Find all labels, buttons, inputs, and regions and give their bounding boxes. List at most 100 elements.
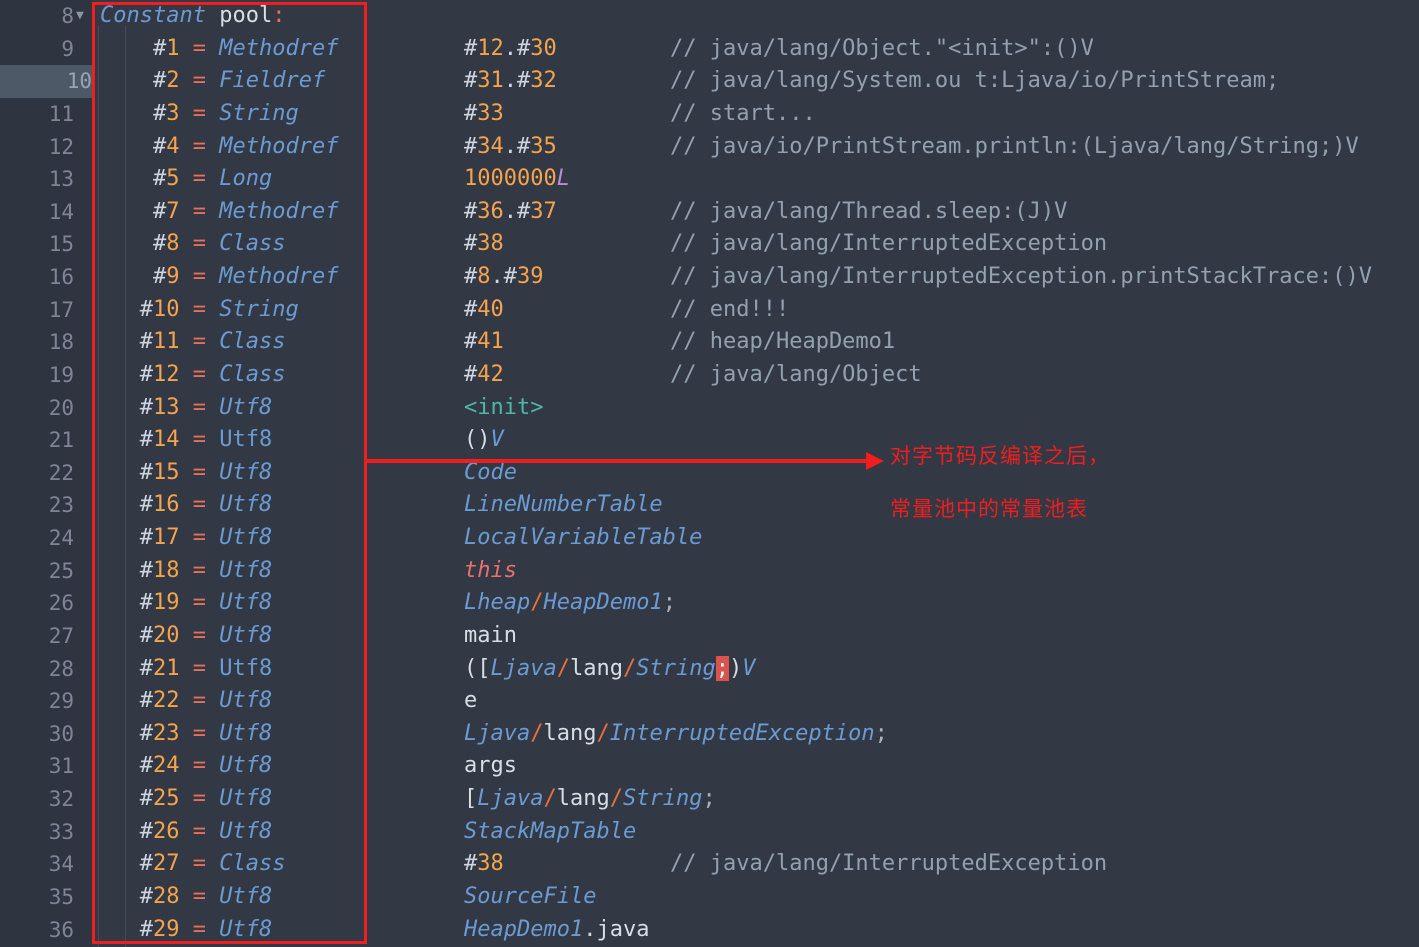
fold-arrow-icon[interactable]: ▼	[76, 0, 92, 33]
constant-value: this	[464, 555, 517, 588]
code-line[interactable]: #2 = Fieldref #31.#32// java/lang/System.…	[92, 65, 1419, 98]
constant-index: 38	[477, 231, 504, 257]
code-line[interactable]: #16 = Utf8 LineNumberTable	[92, 489, 1419, 522]
code-line[interactable]: #24 = Utf8 args	[92, 750, 1419, 783]
hash-symbol: #	[139, 688, 153, 714]
line-number[interactable]: 30	[0, 718, 74, 751]
line-number[interactable]: 11	[0, 98, 74, 131]
code-line[interactable]: #21 = Utf8 ([Ljava/lang/String;)V	[92, 653, 1419, 686]
line-number[interactable]: 35	[0, 881, 74, 914]
line-number[interactable]: 26	[0, 587, 74, 620]
line-number[interactable]: 34	[0, 848, 74, 881]
line-number-label: 17	[48, 297, 74, 322]
line-number[interactable]: 17	[0, 294, 74, 327]
constant-pool-entry: #3 = String	[100, 98, 299, 131]
code-line[interactable]: Constant pool:	[92, 0, 1419, 33]
line-number[interactable]: 25	[0, 555, 74, 588]
line-number[interactable]: 8	[0, 0, 74, 33]
hash-symbol: #	[464, 68, 478, 94]
constant-comment: // heap/HeapDemo1	[670, 329, 896, 355]
code-line[interactable]: #17 = Utf8 LocalVariableTable	[92, 522, 1419, 555]
code-line[interactable]: #4 = Methodref #34.#35// java/io/PrintStr…	[92, 131, 1419, 164]
code-line[interactable]: #19 = Utf8 Lheap/HeapDemo1;	[92, 587, 1419, 620]
line-number[interactable]: 16	[0, 261, 74, 294]
code-line[interactable]: #28 = Utf8 SourceFile	[92, 881, 1419, 914]
equals-symbol: =	[192, 590, 206, 616]
line-number[interactable]: 20	[0, 392, 74, 425]
code-line[interactable]: #18 = Utf8 this	[92, 555, 1419, 588]
constant-pool-entry: #29 = Utf8	[100, 914, 272, 947]
code-content-area[interactable]: Constant pool: #1 = Methodref #12.#30// j…	[92, 0, 1419, 947]
line-number[interactable]: 15	[0, 228, 74, 261]
code-line[interactable]: #20 = Utf8 main	[92, 620, 1419, 653]
code-token: Ljava	[464, 720, 531, 746]
constant-type: Utf8	[219, 394, 273, 420]
code-editor[interactable]: 8 ▼ 9 10 11 12 13 14 15 16 17 18 19 20 21 22 23 24 25 26 27 2…	[0, 0, 1419, 947]
line-number[interactable]: 31	[0, 750, 74, 783]
line-number-gutter[interactable]: 8 ▼ 9 10 11 12 13 14 15 16 17 18 19 20 21 22 23 24 25 26 27 2…	[0, 0, 92, 947]
constant-comment: // java/lang/Object	[670, 361, 922, 387]
code-line[interactable]: #13 = Utf8 <init>	[92, 392, 1419, 425]
code-line[interactable]: #11 = Class #41// heap/HeapDemo1	[92, 326, 1419, 359]
constant-value: #34.#35	[464, 131, 557, 164]
code-line[interactable]: #10 = String #40// end!!!	[92, 294, 1419, 327]
line-number[interactable]: 27	[0, 620, 74, 653]
line-number[interactable]: 29	[0, 685, 74, 718]
line-number[interactable]: 19	[0, 359, 74, 392]
code-line[interactable]: #5 = Long 1000000L	[92, 163, 1419, 196]
code-line[interactable]: #22 = Utf8 e	[92, 685, 1419, 718]
line-number[interactable]: 23	[0, 489, 74, 522]
code-line[interactable]: #9 = Methodref #8.#39// java/lang/Interru…	[92, 261, 1419, 294]
code-line[interactable]: #8 = Class #38// java/lang/InterruptedExc…	[92, 228, 1419, 261]
code-line[interactable]: #23 = Utf8 Ljava/lang/InterruptedExceptio…	[92, 718, 1419, 751]
equals-symbol: =	[192, 720, 206, 746]
line-number[interactable]: 18	[0, 326, 74, 359]
constant-comment: // start...	[670, 100, 816, 126]
code-line[interactable]: #1 = Methodref #12.#30// java/lang/Object…	[92, 33, 1419, 66]
line-number[interactable]: 14	[0, 196, 74, 229]
line-number[interactable]: 36	[0, 914, 74, 947]
code-line[interactable]: #29 = Utf8 HeapDemo1.java	[92, 914, 1419, 947]
line-number-label: 26	[48, 591, 74, 616]
constant-comment: // java/io/PrintStream.println:(Ljava/la…	[670, 133, 1359, 159]
line-number[interactable]: 21	[0, 424, 74, 457]
line-number[interactable]: 13	[0, 163, 74, 196]
line-number[interactable]: 9	[0, 33, 74, 66]
code-line[interactable]: #27 = Class #38// java/lang/InterruptedEx…	[92, 848, 1419, 881]
hash-symbol: #	[152, 35, 167, 61]
code-line[interactable]: #14 = Utf8 ()V	[92, 424, 1419, 457]
code-line[interactable]: #25 = Utf8 [Ljava/lang/String;	[92, 783, 1419, 816]
line-number[interactable]: 24	[0, 522, 74, 555]
code-line[interactable]: #7 = Methodref #36.#37// java/lang/Thread…	[92, 196, 1419, 229]
code-line[interactable]: #26 = Utf8 StackMapTable	[92, 816, 1419, 849]
line-number[interactable]: 33	[0, 816, 74, 849]
constant-value: #12.#30	[464, 33, 557, 66]
code-line[interactable]: #3 = String #33// start...	[92, 98, 1419, 131]
line-number[interactable]: 28	[0, 653, 74, 686]
line-number[interactable]: 32	[0, 783, 74, 816]
hash-symbol: #	[152, 100, 167, 126]
line-number-label: 19	[48, 362, 74, 387]
equals-symbol: =	[192, 851, 206, 877]
constant-type: Methodref	[219, 264, 339, 290]
line-number[interactable]: 12	[0, 131, 74, 164]
line-number[interactable]: 22	[0, 457, 74, 490]
constant-comment: // java/lang/InterruptedException	[670, 851, 1108, 877]
hash-symbol: #	[139, 427, 153, 453]
constant-pool-entry: #17 = Utf8	[100, 522, 272, 555]
constant-index: 30	[530, 35, 557, 61]
line-number[interactable]: 10	[0, 65, 92, 98]
constant-type: Utf8	[219, 916, 273, 942]
hash-symbol: #	[139, 394, 153, 420]
code-line[interactable]: #12 = Class #42// java/lang/Object	[92, 359, 1419, 392]
